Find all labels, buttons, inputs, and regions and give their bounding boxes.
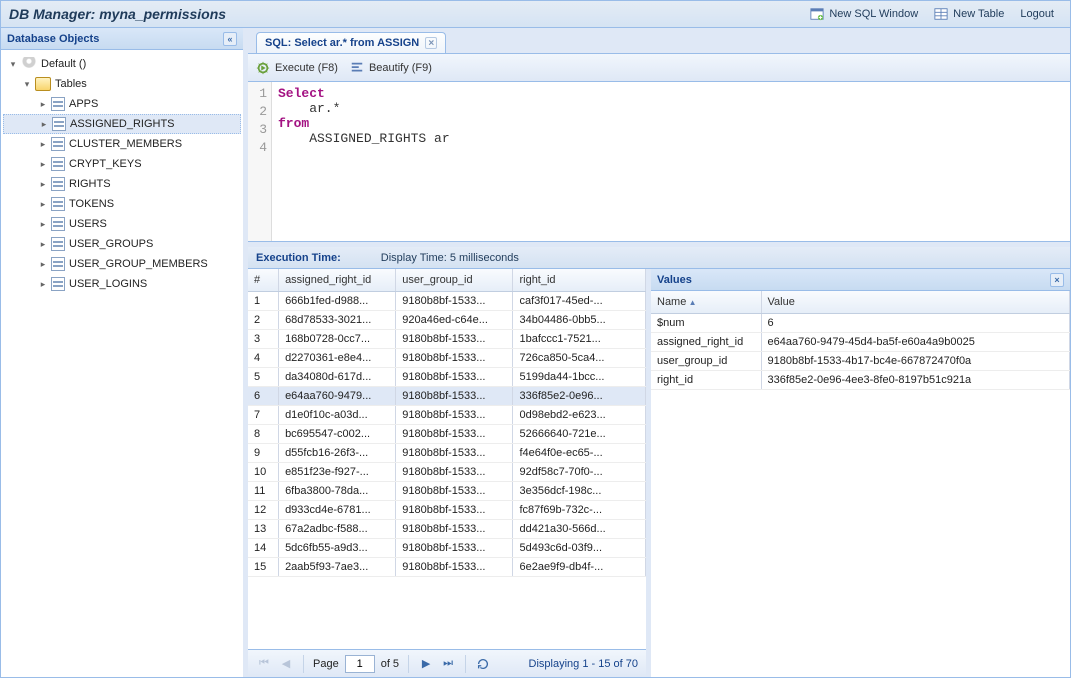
tree-table-apps[interactable]: ▸APPS xyxy=(3,94,241,114)
code-area[interactable]: Select ar.* from ASSIGNED_RIGHTS ar xyxy=(272,82,456,241)
close-tab-button[interactable]: × xyxy=(425,37,437,49)
sidebar-header: Database Objects « xyxy=(1,28,243,50)
values-panel: Values × Name Value $num6assigned_right_… xyxy=(651,269,1070,677)
table-icon xyxy=(934,7,948,21)
tree-table-user_logins[interactable]: ▸USER_LOGINS xyxy=(3,274,241,294)
values-col-value[interactable]: Value xyxy=(761,291,1070,313)
refresh-button[interactable] xyxy=(475,656,491,672)
gear-run-icon xyxy=(256,61,270,75)
col-[interactable]: # xyxy=(248,269,279,291)
sql-toolbar: Execute (F8) Beautify (F9) xyxy=(248,54,1070,82)
values-row[interactable]: right_id336f85e2-0e96-4ee3-8fe0-8197b51c… xyxy=(651,370,1070,389)
result-row[interactable]: 7d1e0f10c-a03d...9180b8bf-1533...0d98ebd… xyxy=(248,405,646,424)
result-row[interactable]: 5da34080d-617d...9180b8bf-1533...5199da4… xyxy=(248,367,646,386)
results-grid: #assigned_right_iduser_group_idright_id … xyxy=(248,269,651,677)
result-row[interactable]: 8bc695547-c002...9180b8bf-1533...5266664… xyxy=(248,424,646,443)
page-input[interactable] xyxy=(345,655,375,673)
result-row[interactable]: 4d2270361-e8e4...9180b8bf-1533...726ca85… xyxy=(248,348,646,367)
result-row[interactable]: 10e851f23e-f927-...9180b8bf-1533...92df5… xyxy=(248,462,646,481)
execute-button[interactable]: Execute (F8) xyxy=(256,61,338,75)
col-right_id[interactable]: right_id xyxy=(513,269,646,291)
beautify-icon xyxy=(350,61,364,75)
result-row[interactable]: 6e64aa760-9479...9180b8bf-1533...336f85e… xyxy=(248,386,646,405)
tree-table-rights[interactable]: ▸RIGHTS xyxy=(3,174,241,194)
prev-page-button[interactable]: ◀ xyxy=(278,656,294,672)
first-page-button[interactable]: ⏮ xyxy=(256,656,272,672)
beautify-button[interactable]: Beautify (F9) xyxy=(350,61,432,75)
pager: ⏮ ◀ Page of 5 ▶ ⏭ Displaying 1 - 15 xyxy=(248,649,646,677)
tree-table-tokens[interactable]: ▸TOKENS xyxy=(3,194,241,214)
logout-button[interactable]: Logout xyxy=(1012,5,1062,23)
result-row[interactable]: 116fba3800-78da...9180b8bf-1533...3e356d… xyxy=(248,481,646,500)
next-page-button[interactable]: ▶ xyxy=(418,656,434,672)
tree-table-user_group_members[interactable]: ▸USER_GROUP_MEMBERS xyxy=(3,254,241,274)
tree-table-assigned_rights[interactable]: ▸ASSIGNED_RIGHTS xyxy=(3,114,241,134)
close-values-button[interactable]: × xyxy=(1050,273,1064,287)
tree-table-users[interactable]: ▸USERS xyxy=(3,214,241,234)
result-row[interactable]: 12d933cd4e-6781...9180b8bf-1533...fc87f6… xyxy=(248,500,646,519)
result-row[interactable]: 1666b1fed-d988...9180b8bf-1533...caf3f01… xyxy=(248,291,646,310)
db-tree: ▾Default () ▾Tables ▸APPS▸ASSIGNED_RIGHT… xyxy=(1,50,243,677)
result-row[interactable]: 1367a2adbc-f588...9180b8bf-1533...dd421a… xyxy=(248,519,646,538)
values-row[interactable]: user_group_id9180b8bf-1533-4b17-bc4e-667… xyxy=(651,351,1070,370)
values-col-name[interactable]: Name xyxy=(651,291,761,313)
col-assigned_right_id[interactable]: assigned_right_id xyxy=(279,269,396,291)
new-sql-window-button[interactable]: New SQL Window xyxy=(802,4,926,24)
top-toolbar: DB Manager: myna_permissions New SQL Win… xyxy=(1,1,1070,28)
sql-tab[interactable]: SQL: Select ar.* from ASSIGN × xyxy=(256,32,446,53)
sql-editor[interactable]: 1234 Select ar.* from ASSIGNED_RIGHTS ar xyxy=(248,82,1070,242)
collapse-sidebar-button[interactable]: « xyxy=(223,32,237,46)
values-row[interactable]: $num6 xyxy=(651,313,1070,332)
result-row[interactable]: 268d78533-3021...920a46ed-c64e...34b0448… xyxy=(248,310,646,329)
tree-root-node[interactable]: ▾Default () xyxy=(3,54,241,74)
col-user_group_id[interactable]: user_group_id xyxy=(396,269,513,291)
sidebar: Database Objects « ▾Default () ▾Tables ▸… xyxy=(1,28,248,677)
app-title: DB Manager: myna_permissions xyxy=(9,6,226,22)
last-page-button[interactable]: ⏭ xyxy=(440,656,456,672)
refresh-icon xyxy=(476,657,490,671)
values-row[interactable]: assigned_right_ide64aa760-9479-45d4-ba5f… xyxy=(651,332,1070,351)
execution-status: Execution Time: Display Time: 5 millisec… xyxy=(248,247,1070,269)
tree-table-user_groups[interactable]: ▸USER_GROUPS xyxy=(3,234,241,254)
tree-table-crypt_keys[interactable]: ▸CRYPT_KEYS xyxy=(3,154,241,174)
result-row[interactable]: 3168b0728-0cc7...9180b8bf-1533...1bafccc… xyxy=(248,329,646,348)
sql-window-icon xyxy=(810,7,824,21)
display-range: Displaying 1 - 15 of 70 xyxy=(529,658,638,670)
line-gutter: 1234 xyxy=(248,82,272,241)
result-row[interactable]: 145dc6fb55-a9d3...9180b8bf-1533...5d493c… xyxy=(248,538,646,557)
result-row[interactable]: 152aab5f93-7ae3...9180b8bf-1533...6e2ae9… xyxy=(248,557,646,576)
tabstrip: SQL: Select ar.* from ASSIGN × xyxy=(248,28,1070,54)
result-row[interactable]: 9d55fcb16-26f3-...9180b8bf-1533...f4e64f… xyxy=(248,443,646,462)
new-table-button[interactable]: New Table xyxy=(926,4,1012,24)
tree-tables-node[interactable]: ▾Tables xyxy=(3,74,241,94)
tree-table-cluster_members[interactable]: ▸CLUSTER_MEMBERS xyxy=(3,134,241,154)
